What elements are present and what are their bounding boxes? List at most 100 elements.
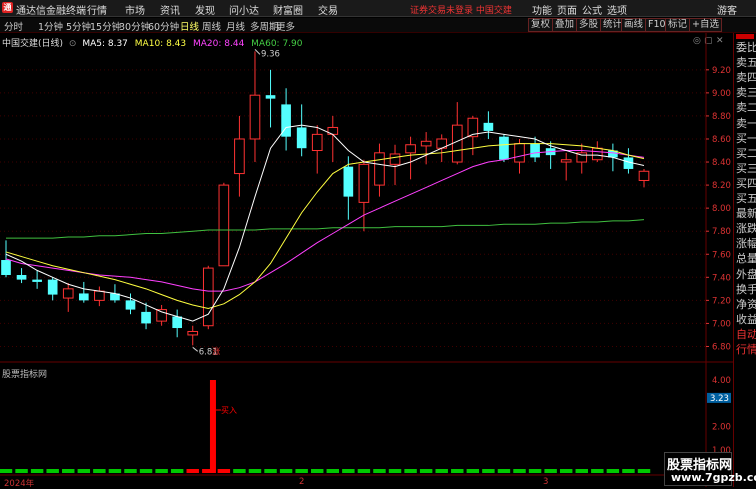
candle-body bbox=[172, 316, 182, 329]
candle-body bbox=[1, 260, 11, 276]
candle-body bbox=[16, 275, 27, 280]
draw-line-button[interactable]: 画线 bbox=[621, 18, 647, 32]
menu-quotes[interactable]: 行情 bbox=[87, 2, 107, 17]
tab-intraday[interactable]: 分时 bbox=[4, 19, 23, 33]
menu-formula[interactable]: 公式 bbox=[582, 2, 602, 17]
watermark-badge: 股票指标网 www.7gpzb.com bbox=[664, 452, 756, 486]
candle-body bbox=[156, 309, 167, 322]
volume-bar bbox=[279, 469, 293, 473]
tab-weekly[interactable]: 周线 bbox=[202, 19, 221, 33]
candle-body bbox=[358, 163, 370, 203]
menu-discover[interactable]: 发现 bbox=[195, 2, 215, 17]
tab-1min[interactable]: 1分钟 bbox=[38, 19, 63, 33]
volume-bar bbox=[295, 469, 308, 473]
volume-bar bbox=[591, 469, 604, 473]
mark-button[interactable]: 标记 bbox=[665, 18, 691, 32]
candle-body bbox=[218, 184, 230, 267]
volume-bar bbox=[217, 469, 231, 473]
right-info-panel: 委比 卖五 卖四 卖三 卖二 卖一 买一 买二 买三 买四 买五 最新 涨跌 涨幅 总量 外盘 换手 净资 收益 自动… bbox=[733, 33, 756, 487]
menu-pages[interactable]: 页面 bbox=[557, 2, 577, 17]
panel-label-7: 买二 bbox=[736, 146, 756, 160]
volume-bar bbox=[139, 469, 153, 473]
price-tick-label: 8.80 bbox=[712, 112, 731, 122]
volume-bar bbox=[622, 469, 635, 473]
price-tick-label: 9.20 bbox=[712, 66, 731, 76]
menu-wealth[interactable]: 财富圈 bbox=[273, 2, 303, 17]
volume-bar bbox=[62, 469, 75, 473]
candle-body bbox=[62, 288, 74, 299]
panel-label-13: 涨幅 bbox=[736, 237, 756, 251]
volume-bar bbox=[404, 469, 417, 473]
ma10-line bbox=[5, 143, 645, 309]
volume-bar bbox=[482, 469, 495, 473]
menu-news[interactable]: 资讯 bbox=[160, 2, 180, 17]
title-bar: 通 通达信金融终端 行情 市场 资讯 发现 问小达 财富圈 交易 证券交易未登录… bbox=[0, 0, 756, 17]
volume-bar bbox=[233, 469, 246, 473]
price-tick-label: 7.00 bbox=[712, 319, 731, 329]
candle-body bbox=[530, 143, 540, 158]
app-title: 通达信金融终端 bbox=[16, 6, 86, 17]
panel-label-20[interactable]: 行情 bbox=[736, 341, 756, 357]
volume-bar bbox=[513, 469, 526, 473]
indicator-tick-label: 4.00 bbox=[712, 376, 731, 386]
tab-60min[interactable]: 60分钟 bbox=[148, 19, 179, 33]
volume-bar bbox=[575, 469, 588, 473]
volume-bar bbox=[606, 469, 620, 473]
price-tick-label: 9.00 bbox=[712, 89, 731, 99]
volume-bar bbox=[46, 469, 59, 473]
menu-assistant[interactable]: 问小达 bbox=[229, 2, 259, 17]
menu-market[interactable]: 市场 bbox=[125, 2, 145, 17]
candle-body bbox=[483, 122, 494, 131]
buy-signal-bar bbox=[209, 380, 216, 473]
candle-body bbox=[591, 147, 603, 161]
tab-multi-period[interactable]: 多周期 bbox=[250, 19, 279, 33]
candle-body bbox=[187, 330, 199, 336]
volume-bar bbox=[357, 469, 371, 473]
panel-label-3: 卖三 bbox=[736, 86, 756, 100]
candle-body bbox=[405, 144, 416, 154]
app-logo: 通 bbox=[2, 2, 13, 13]
candle-body bbox=[78, 293, 89, 301]
tab-more[interactable]: 更多 bbox=[276, 19, 295, 33]
guest-label[interactable]: 游客 bbox=[717, 2, 737, 17]
volume-bar bbox=[15, 469, 28, 473]
price-tick-label: 7.80 bbox=[712, 227, 731, 237]
tab-monthly[interactable]: 月线 bbox=[226, 19, 245, 33]
volume-bar bbox=[528, 469, 542, 473]
tab-15min[interactable]: 15分钟 bbox=[90, 19, 121, 33]
panel-label-10: 买五 bbox=[736, 192, 756, 205]
candle-body bbox=[125, 300, 136, 310]
volume-bar bbox=[155, 469, 168, 473]
panel-label-8: 买三 bbox=[736, 161, 756, 175]
overlay-button[interactable]: 叠加 bbox=[552, 18, 578, 32]
panel-label-6: 买一 bbox=[736, 131, 756, 145]
panel-label-19[interactable]: 自动 bbox=[736, 326, 756, 342]
volume-bar bbox=[93, 469, 106, 473]
candle-body bbox=[94, 290, 105, 301]
candle-body bbox=[32, 279, 42, 282]
multi-stock-button[interactable]: 多股 bbox=[576, 18, 602, 32]
volume-bar bbox=[559, 469, 573, 473]
volume-bar bbox=[310, 469, 324, 473]
restore-rights-button[interactable]: 复权 bbox=[528, 18, 554, 32]
panel-label-16: 换手 bbox=[736, 282, 756, 296]
tab-5min[interactable]: 5分钟 bbox=[66, 19, 91, 33]
volume-bar bbox=[637, 469, 651, 473]
menu-trade[interactable]: 交易 bbox=[318, 2, 338, 17]
panel-label-4: 卖二 bbox=[736, 101, 756, 115]
menu-options[interactable]: 选项 bbox=[607, 2, 627, 17]
volume-bar bbox=[435, 469, 448, 473]
volume-bar bbox=[124, 469, 137, 473]
menu-functions[interactable]: 功能 bbox=[532, 2, 552, 17]
price-tick-label: 7.40 bbox=[712, 273, 731, 283]
price-tick-label: 6.80 bbox=[712, 342, 731, 352]
tab-30min[interactable]: 30分钟 bbox=[119, 19, 150, 33]
price-tick-label: 7.60 bbox=[712, 250, 731, 260]
volume-bar bbox=[497, 469, 511, 473]
add-watchlist-button[interactable]: +自选 bbox=[689, 18, 722, 32]
panel-label-15: 外盘 bbox=[736, 267, 756, 281]
kline-chart[interactable]: 9.20 9.00 8.80 8.60 8.40 8.20 8.00 7.80 7.60 7.40… bbox=[0, 33, 733, 487]
volume-bar bbox=[466, 469, 480, 473]
high-label: 9.36 bbox=[261, 49, 280, 59]
tab-daily[interactable]: 日线 bbox=[180, 19, 199, 33]
